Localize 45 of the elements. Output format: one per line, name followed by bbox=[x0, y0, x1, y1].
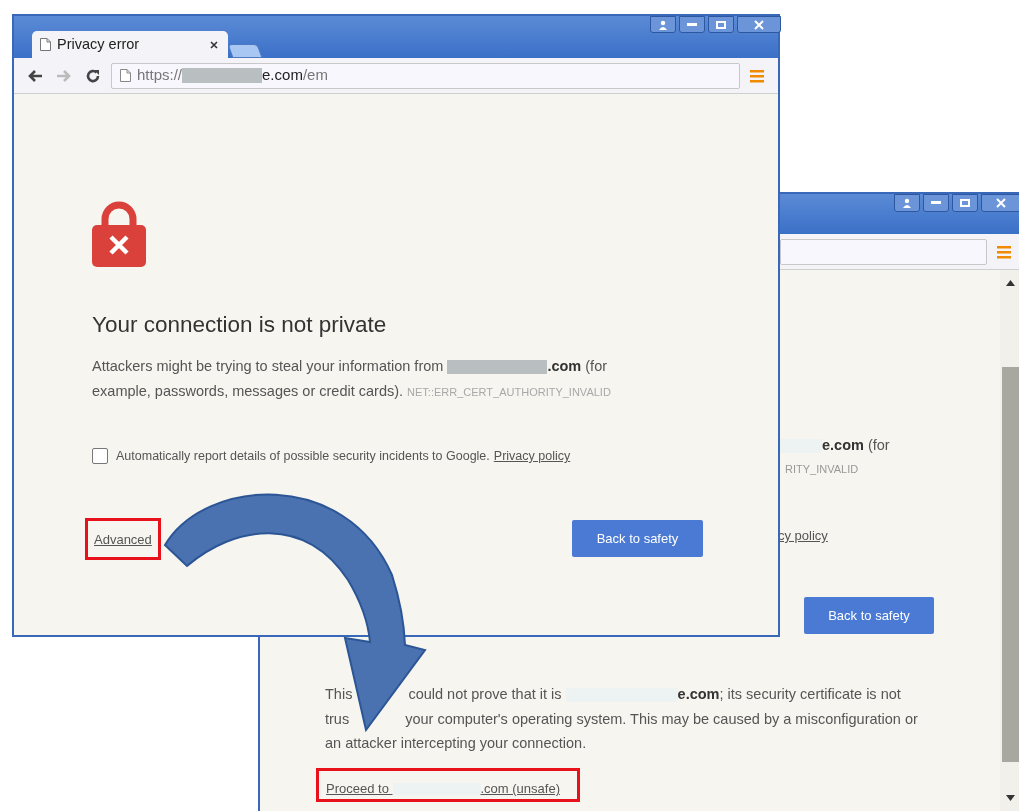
message-line: an attacker intercepting your connection. bbox=[325, 734, 588, 753]
page-icon bbox=[120, 69, 131, 82]
close-button[interactable] bbox=[981, 194, 1019, 212]
maximize-button[interactable] bbox=[708, 16, 734, 33]
minimize-button[interactable] bbox=[923, 194, 949, 212]
advanced-link[interactable]: Advanced bbox=[94, 531, 152, 547]
address-field[interactable]: https:// e.com/em bbox=[111, 62, 740, 89]
scrollbar-thumb[interactable] bbox=[1002, 367, 1019, 762]
back-to-safety-button[interactable]: Back to safety bbox=[572, 520, 703, 558]
scroll-up-icon[interactable] bbox=[1006, 280, 1015, 286]
message-text: Attackers might be trying to steal your information from .com (for example, passwords, messages or credit cards). NET::ERR_CERT_AUTHORITY_INVALID bbox=[92, 357, 612, 401]
scroll-down-icon[interactable] bbox=[1006, 795, 1015, 801]
minimize-icon bbox=[687, 22, 697, 27]
page-icon bbox=[40, 38, 51, 51]
padlock-error-icon bbox=[92, 201, 146, 267]
close-icon bbox=[754, 19, 764, 30]
error-code: RITY_INVALID bbox=[785, 462, 859, 477]
minimize-button[interactable] bbox=[679, 16, 705, 33]
maximize-icon bbox=[716, 20, 726, 29]
browser-tab[interactable]: Privacy error bbox=[32, 31, 228, 58]
privacy-policy-link[interactable]: Privacy policy bbox=[493, 447, 571, 466]
back-to-safety-button[interactable]: Back to safety bbox=[804, 597, 934, 634]
tab-title: Privacy error bbox=[57, 34, 140, 54]
close-icon[interactable] bbox=[210, 40, 218, 49]
page-heading: Your connection is not private bbox=[92, 311, 387, 339]
url-text: https:// e.com/em bbox=[137, 65, 328, 86]
person-icon bbox=[658, 19, 668, 30]
checkbox[interactable] bbox=[92, 448, 108, 465]
address-field[interactable] bbox=[780, 239, 987, 265]
minimize-icon bbox=[931, 201, 941, 205]
maximize-button[interactable] bbox=[952, 194, 978, 212]
profile-button[interactable] bbox=[894, 194, 920, 212]
profile-button[interactable] bbox=[650, 16, 676, 33]
maximize-icon bbox=[960, 199, 970, 207]
checkbox-label: Automatically report details of possible security incidents to Google. bbox=[116, 448, 490, 465]
scrollbar[interactable] bbox=[1000, 270, 1019, 811]
reload-icon[interactable] bbox=[85, 67, 101, 84]
back-arrow-icon[interactable] bbox=[27, 68, 43, 83]
close-button[interactable] bbox=[737, 16, 781, 33]
person-icon bbox=[902, 198, 912, 208]
message-line: This could not prove that it is e.com; its security certificate is not bbox=[325, 685, 902, 705]
new-tab-button[interactable] bbox=[227, 44, 263, 58]
proceed-link[interactable]: Proceed to .com (unsafe) bbox=[326, 779, 560, 799]
close-icon bbox=[996, 198, 1006, 208]
message-line: trus your computer's operating system. This may be caused by a misconfiguration or bbox=[325, 709, 918, 729]
